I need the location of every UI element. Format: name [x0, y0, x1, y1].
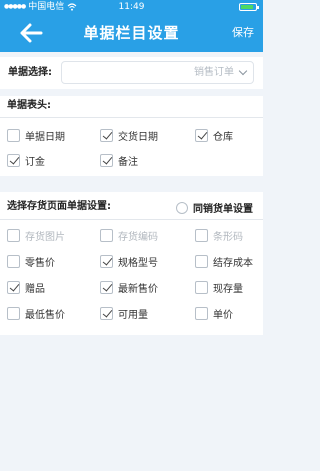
checkbox-checked-icon — [7, 153, 20, 167]
checkbox-item[interactable]: 零售价 — [7, 252, 55, 270]
page-title: 单据栏目设置 — [83, 24, 180, 42]
doc-type-value: 销售订单 — [194, 67, 234, 78]
checkbox-unchecked-icon — [7, 306, 20, 320]
checkbox-label: 结存成本 — [213, 257, 253, 269]
checkbox-item[interactable]: 结存成本 — [195, 252, 253, 270]
checkbox-label: 交货日期 — [118, 131, 158, 143]
checkbox-item[interactable]: 单据日期 — [7, 126, 65, 144]
doc-select-row: 单据选择: 销售订单 — [0, 57, 263, 89]
checkbox-unchecked-icon — [100, 228, 113, 242]
doc-header-title: 单据表头: — [7, 100, 51, 111]
app-header: ●●●●● 中国电信 11:49 单据栏目设置 保存 — [0, 0, 263, 52]
doc-header-panel: 单据表头: 单据日期 交货日期 仓库订金 备注 — [0, 96, 263, 176]
stock-page-panel: 选择存货页面单据设置: 同销货单设置 存货图片 存货编码 条形码零售价 规格型号 结存成… — [0, 192, 263, 335]
doc-type-dropdown[interactable]: 销售订单 — [61, 61, 254, 84]
checkbox-unchecked-icon — [7, 254, 20, 268]
checkbox-item[interactable]: 交货日期 — [100, 126, 158, 144]
checkbox-label: 订金 — [25, 156, 45, 168]
chevron-down-icon — [238, 66, 248, 76]
checkbox-checked-icon — [7, 280, 20, 294]
status-time: 11:49 — [118, 2, 145, 12]
stock-page-title: 选择存货页面单据设置: — [7, 201, 111, 212]
checkbox-label: 单据日期 — [25, 131, 65, 143]
checkbox-label: 现存量 — [213, 283, 243, 295]
checkbox-item[interactable]: 存货图片 — [7, 226, 65, 244]
save-button[interactable]: 保存 — [232, 14, 254, 52]
sync-sales-setting-label: 同销货单设置 — [193, 204, 253, 215]
checkbox-checked-icon — [195, 128, 208, 142]
battery-icon — [239, 3, 259, 11]
divider — [0, 117, 263, 118]
checkbox-label: 备注 — [118, 156, 138, 168]
checkbox-item[interactable]: 最新售价 — [100, 278, 158, 296]
checkbox-checked-icon — [100, 280, 113, 294]
checkbox-label: 存货编码 — [118, 231, 158, 243]
checkbox-label: 仓库 — [213, 131, 233, 143]
checkbox-item[interactable]: 单价 — [195, 304, 233, 322]
status-bar: ●●●●● 中国电信 11:49 — [0, 0, 263, 14]
checkbox-label: 最新售价 — [118, 283, 158, 295]
checkbox-label: 赠品 — [25, 283, 45, 295]
divider — [0, 219, 263, 220]
checkbox-unchecked-icon — [7, 128, 20, 142]
checkbox-label: 单价 — [213, 309, 233, 321]
checkbox-label: 条形码 — [213, 231, 243, 243]
checkbox-label: 规格型号 — [118, 257, 158, 269]
radio-icon — [176, 201, 188, 214]
checkbox-unchecked-icon — [195, 228, 208, 242]
nav-bar: 单据栏目设置 保存 — [0, 14, 263, 52]
checkbox-checked-icon — [100, 153, 113, 167]
checkbox-unchecked-icon — [7, 228, 20, 242]
checkbox-item[interactable]: 仓库 — [195, 126, 233, 144]
doc-select-label: 单据选择: — [8, 67, 52, 78]
checkbox-unchecked-icon — [195, 306, 208, 320]
checkbox-item[interactable]: 备注 — [100, 151, 138, 169]
checkbox-unchecked-icon — [195, 280, 208, 294]
checkbox-label: 存货图片 — [25, 231, 65, 243]
checkbox-label: 可用量 — [118, 309, 148, 321]
checkbox-item[interactable]: 赠品 — [7, 278, 45, 296]
checkbox-item[interactable]: 条形码 — [195, 226, 243, 244]
checkbox-item[interactable]: 存货编码 — [100, 226, 158, 244]
checkbox-item[interactable]: 可用量 — [100, 304, 148, 322]
checkbox-label: 最低售价 — [25, 309, 65, 321]
checkbox-checked-icon — [100, 306, 113, 320]
sync-sales-setting-radio[interactable]: 同销货单设置 — [176, 200, 253, 215]
checkbox-item[interactable]: 规格型号 — [100, 252, 158, 270]
checkbox-item[interactable]: 订金 — [7, 151, 45, 169]
checkbox-label: 零售价 — [25, 257, 55, 269]
checkbox-item[interactable]: 现存量 — [195, 278, 243, 296]
checkbox-checked-icon — [100, 128, 113, 142]
checkbox-unchecked-icon — [195, 254, 208, 268]
checkbox-checked-icon — [100, 254, 113, 268]
checkbox-item[interactable]: 最低售价 — [7, 304, 65, 322]
